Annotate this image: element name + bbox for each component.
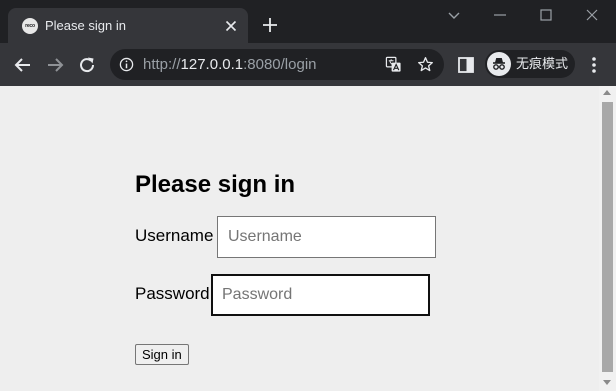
page-viewport: Please sign in Username Password Sign in	[0, 86, 599, 391]
scroll-thumb[interactable]	[602, 102, 613, 372]
url-host: 127.0.0.1	[180, 56, 244, 73]
username-input[interactable]	[217, 216, 436, 258]
tab-close-icon[interactable]	[222, 17, 240, 35]
incognito-profile-button[interactable]: 无痕模式	[485, 50, 575, 78]
page-title: Please sign in	[135, 171, 296, 198]
forward-icon[interactable]	[44, 54, 66, 76]
back-icon[interactable]	[12, 54, 34, 76]
scroll-down-arrow-icon[interactable]	[603, 380, 611, 385]
url-scheme: http://	[143, 56, 181, 73]
username-label: Username	[135, 226, 214, 245]
address-bar[interactable]: http://127.0.0.1:8080/login	[110, 49, 444, 80]
password-input[interactable]	[211, 274, 430, 316]
url-path: :8080/login	[243, 56, 317, 73]
reload-icon[interactable]	[76, 54, 98, 76]
new-tab-icon[interactable]	[261, 16, 279, 34]
incognito-icon	[493, 58, 505, 70]
maximize-icon[interactable]	[537, 6, 555, 24]
tab-strip: reco Please sign in	[0, 0, 616, 43]
browser-toolbar: http://127.0.0.1:8080/login 无痕模式	[0, 43, 616, 86]
incognito-label: 无痕模式	[516, 56, 569, 71]
scroll-up-arrow-icon[interactable]	[603, 90, 611, 95]
address-url: http://127.0.0.1:8080/login	[143, 57, 317, 73]
tab-search-chevron-icon[interactable]	[445, 6, 463, 24]
vertical-scrollbar[interactable]	[599, 86, 616, 391]
incognito-avatar	[487, 52, 511, 76]
password-label: Password	[135, 284, 210, 303]
browser-tab[interactable]: reco Please sign in	[8, 8, 248, 43]
translate-icon[interactable]	[385, 56, 402, 73]
site-favicon: reco	[22, 18, 38, 34]
minimize-icon[interactable]	[491, 6, 509, 24]
site-info-icon[interactable]	[119, 57, 134, 72]
tab-title: Please sign in	[45, 18, 126, 33]
close-window-icon[interactable]	[583, 6, 601, 24]
side-panel-icon[interactable]	[455, 54, 477, 76]
menu-icon[interactable]	[583, 54, 605, 76]
sign-in-button[interactable]: Sign in	[135, 344, 189, 365]
bookmark-star-icon[interactable]	[417, 56, 434, 73]
